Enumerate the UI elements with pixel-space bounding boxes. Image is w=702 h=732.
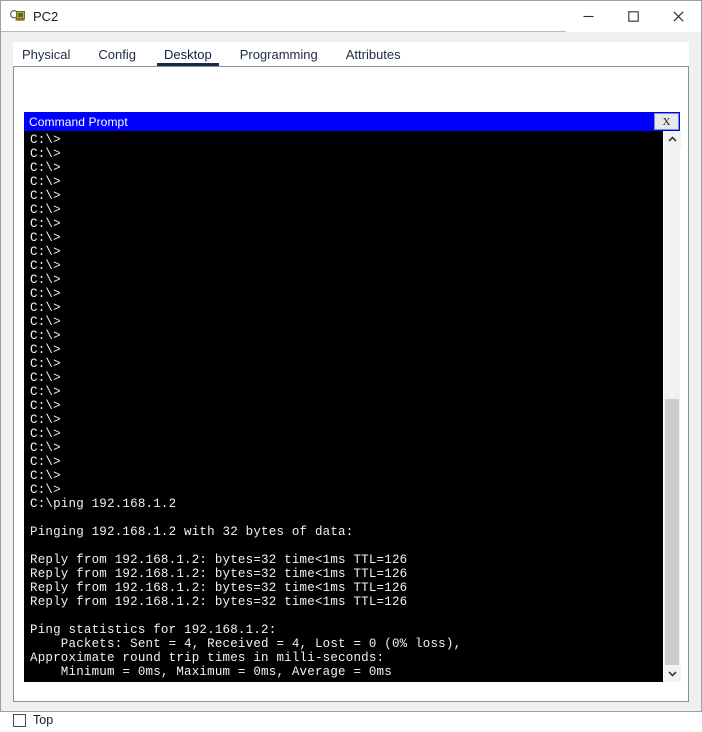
terminal-line: Reply from 192.168.1.2: bytes=32 time<1m… [30,567,663,581]
terminal-line: C:\> [30,203,663,217]
tab-config-label: Config [98,47,136,62]
window-title-bar: PC2 [1,1,701,32]
terminal-line: C:\> [30,427,663,441]
terminal-line: Packets: Sent = 4, Received = 4, Lost = … [30,637,663,651]
command-prompt-title-bar: Command Prompt X [24,112,680,131]
command-prompt-window: Command Prompt X C:\>C:\>C:\>C:\>C:\>C:\… [24,112,680,682]
maximize-icon [627,10,640,23]
tab-programming-label: Programming [240,47,318,62]
pc2-window: PC2 Physi [0,0,702,712]
window-title: PC2 [33,9,58,24]
terminal-line: Reply from 192.168.1.2: bytes=32 time<1m… [30,595,663,609]
terminal-line: C:\> [30,301,663,315]
maximize-button[interactable] [611,1,656,32]
terminal-line: C:\> [30,469,663,483]
tab-programming[interactable]: Programming [231,47,327,66]
terminal-line: C:\ping 192.168.1.2 [30,497,663,511]
terminal-output[interactable]: C:\>C:\>C:\>C:\>C:\>C:\>C:\>C:\>C:\>C:\>… [24,131,663,682]
terminal-line: C:\> [30,273,663,287]
tab-desktop[interactable]: Desktop [155,47,221,66]
terminal-line: C:\> [30,161,663,175]
terminal-line: C:\> [30,287,663,301]
terminal-line: C:\> [30,357,663,371]
window-content: Physical Config Desktop Programming Attr… [1,32,701,711]
terminal-line: C:\> [30,245,663,259]
terminal-line: C:\> [30,259,663,273]
window-title-group: PC2 [1,8,566,25]
terminal-line: C:\> [30,133,663,147]
tab-physical-label: Physical [22,47,70,62]
terminal-line: C:\> [30,189,663,203]
device-tabs: Physical Config Desktop Programming Attr… [13,42,689,66]
terminal-line: Pinging 192.168.1.2 with 32 bytes of dat… [30,525,663,539]
terminal-line: C:\> [30,385,663,399]
tab-desktop-label: Desktop [164,47,212,62]
terminal-line: Approximate round trip times in milli-se… [30,651,663,665]
terminal-line: C:\> [30,413,663,427]
close-icon [672,10,685,23]
terminal-line: C:\> [30,315,663,329]
command-prompt-close-button[interactable]: X [654,113,679,130]
command-prompt-title: Command Prompt [24,115,128,129]
terminal-line: Minimum = 0ms, Maximum = 0ms, Average = … [30,665,663,679]
window-controls [566,1,701,32]
terminal-line [30,511,663,525]
scrollbar-down-button[interactable] [664,665,681,682]
chevron-up-icon [668,136,677,143]
minimize-icon [582,10,595,23]
tab-attributes[interactable]: Attributes [337,47,410,66]
terminal-line [30,609,663,623]
terminal-line: C:\> [30,483,663,497]
desktop-panel: Command Prompt X C:\>C:\>C:\>C:\>C:\>C:\… [13,66,689,702]
terminal-line: C:\> [30,217,663,231]
terminal-line: C:\> [30,343,663,357]
scrollbar-up-button[interactable] [664,131,681,148]
scrollbar-thumb[interactable] [665,399,679,671]
top-checkbox[interactable] [13,714,26,727]
terminal-line: Reply from 192.168.1.2: bytes=32 time<1m… [30,581,663,595]
terminal-line: Reply from 192.168.1.2: bytes=32 time<1m… [30,553,663,567]
close-button[interactable] [656,1,701,32]
tab-config[interactable]: Config [89,47,145,66]
chevron-down-icon [668,670,677,677]
terminal-line: C:\> [30,175,663,189]
terminal-area: C:\>C:\>C:\>C:\>C:\>C:\>C:\>C:\>C:\>C:\>… [24,131,680,682]
terminal-line: C:\> [30,231,663,245]
terminal-line: Ping statistics for 192.168.1.2: [30,623,663,637]
terminal-line [30,539,663,553]
top-checkbox-label: Top [33,713,53,727]
tab-attributes-label: Attributes [346,47,401,62]
terminal-line: C:\> [30,399,663,413]
minimize-button[interactable] [566,1,611,32]
terminal-line: C:\> [30,371,663,385]
terminal-line: C:\> [30,455,663,469]
packet-tracer-device-icon [9,8,26,25]
terminal-line: C:\> [30,329,663,343]
terminal-line: C:\> [30,147,663,161]
terminal-scrollbar[interactable] [663,131,680,682]
tab-physical[interactable]: Physical [13,47,79,66]
terminal-line: C:\> [30,441,663,455]
